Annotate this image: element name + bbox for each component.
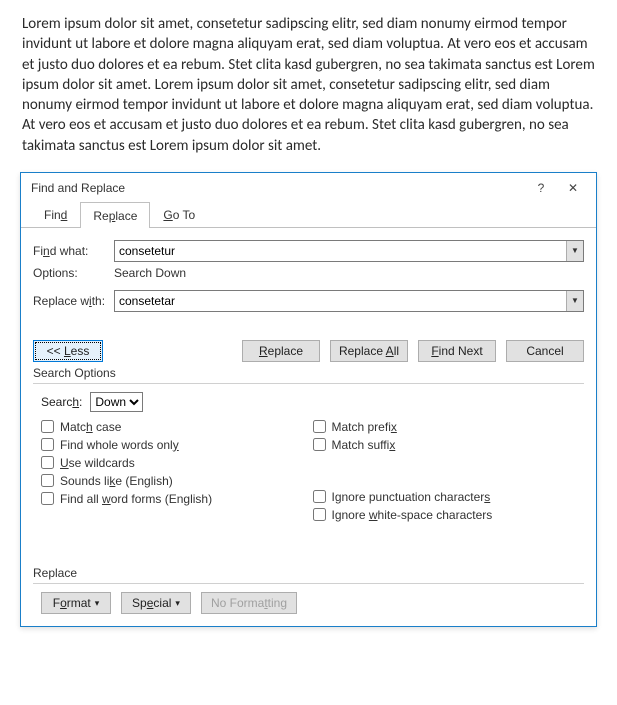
ignore-ws-check[interactable]: Ignore white-space characters bbox=[313, 508, 585, 522]
close-button[interactable]: ✕ bbox=[566, 181, 580, 195]
cancel-button[interactable]: Cancel bbox=[506, 340, 584, 362]
help-button[interactable]: ? bbox=[534, 181, 548, 195]
replace-with-combo[interactable]: ▼ bbox=[114, 290, 584, 312]
wildcards-checkbox[interactable] bbox=[41, 456, 54, 469]
find-what-label: Find what: bbox=[33, 244, 108, 258]
search-direction-select[interactable]: Down bbox=[90, 392, 143, 412]
wildcards-label: Use wildcards bbox=[60, 456, 135, 470]
tab-find[interactable]: Find bbox=[31, 201, 80, 227]
word-forms-check[interactable]: Find all word forms (English) bbox=[41, 492, 313, 506]
match-case-checkbox[interactable] bbox=[41, 420, 54, 433]
dialog-title: Find and Replace bbox=[29, 181, 125, 195]
whole-words-checkbox[interactable] bbox=[41, 438, 54, 451]
sounds-like-check[interactable]: Sounds like (English) bbox=[41, 474, 313, 488]
tab-replace-label: Replace bbox=[93, 209, 137, 223]
dialog-tabs: Find Replace Go To bbox=[21, 201, 596, 228]
find-what-dropdown-icon[interactable]: ▼ bbox=[566, 241, 583, 261]
dialog-titlebar: Find and Replace ? ✕ bbox=[21, 173, 596, 201]
special-button[interactable]: Special▾ bbox=[121, 592, 191, 614]
replace-with-label: Replace with: bbox=[33, 294, 108, 308]
replace-section-heading: Replace bbox=[33, 566, 584, 584]
match-suffix-checkbox[interactable] bbox=[313, 438, 326, 451]
search-options-heading: Search Options bbox=[33, 366, 584, 384]
ignore-punct-check[interactable]: Ignore punctuation characters bbox=[313, 490, 585, 504]
tab-goto-label: Go To bbox=[163, 208, 195, 222]
sounds-like-checkbox[interactable] bbox=[41, 474, 54, 487]
match-prefix-checkbox[interactable] bbox=[313, 420, 326, 433]
whole-words-label: Find whole words only bbox=[60, 438, 179, 452]
match-prefix-label: Match prefix bbox=[332, 420, 397, 434]
ignore-ws-checkbox[interactable] bbox=[313, 508, 326, 521]
search-direction-label: Search: bbox=[41, 395, 82, 409]
replace-with-dropdown-icon[interactable]: ▼ bbox=[566, 291, 583, 311]
match-case-label: Match case bbox=[60, 420, 121, 434]
ignore-ws-label: Ignore white-space characters bbox=[332, 508, 493, 522]
format-button[interactable]: Format▾ bbox=[41, 592, 111, 614]
word-forms-checkbox[interactable] bbox=[41, 492, 54, 505]
no-formatting-button: No Formatting bbox=[201, 592, 297, 614]
find-replace-dialog: Find and Replace ? ✕ Find Replace Go To … bbox=[20, 172, 597, 627]
match-prefix-check[interactable]: Match prefix bbox=[313, 420, 585, 434]
match-suffix-label: Match suffix bbox=[332, 438, 396, 452]
match-case-check[interactable]: Match case bbox=[41, 420, 313, 434]
whole-words-check[interactable]: Find whole words only bbox=[41, 438, 313, 452]
word-forms-label: Find all word forms (English) bbox=[60, 492, 212, 506]
find-what-input[interactable] bbox=[115, 242, 566, 260]
match-suffix-check[interactable]: Match suffix bbox=[313, 438, 585, 452]
ignore-punct-label: Ignore punctuation characters bbox=[332, 490, 491, 504]
sounds-like-label: Sounds like (English) bbox=[60, 474, 173, 488]
find-what-combo[interactable]: ▼ bbox=[114, 240, 584, 262]
tab-find-label: Find bbox=[44, 208, 67, 222]
tab-goto[interactable]: Go To bbox=[150, 201, 208, 227]
replace-with-input[interactable] bbox=[115, 292, 566, 310]
wildcards-check[interactable]: Use wildcards bbox=[41, 456, 313, 470]
document-body-text: Lorem ipsum dolor sit amet, consetetur s… bbox=[0, 0, 617, 166]
options-value: Search Down bbox=[114, 266, 186, 280]
replace-all-button[interactable]: Replace All bbox=[330, 340, 408, 362]
less-button[interactable]: << Less bbox=[33, 340, 103, 362]
tab-replace[interactable]: Replace bbox=[80, 202, 150, 228]
replace-button[interactable]: Replace bbox=[242, 340, 320, 362]
options-label: Options: bbox=[33, 266, 114, 280]
find-next-button[interactable]: Find Next bbox=[418, 340, 496, 362]
ignore-punct-checkbox[interactable] bbox=[313, 490, 326, 503]
